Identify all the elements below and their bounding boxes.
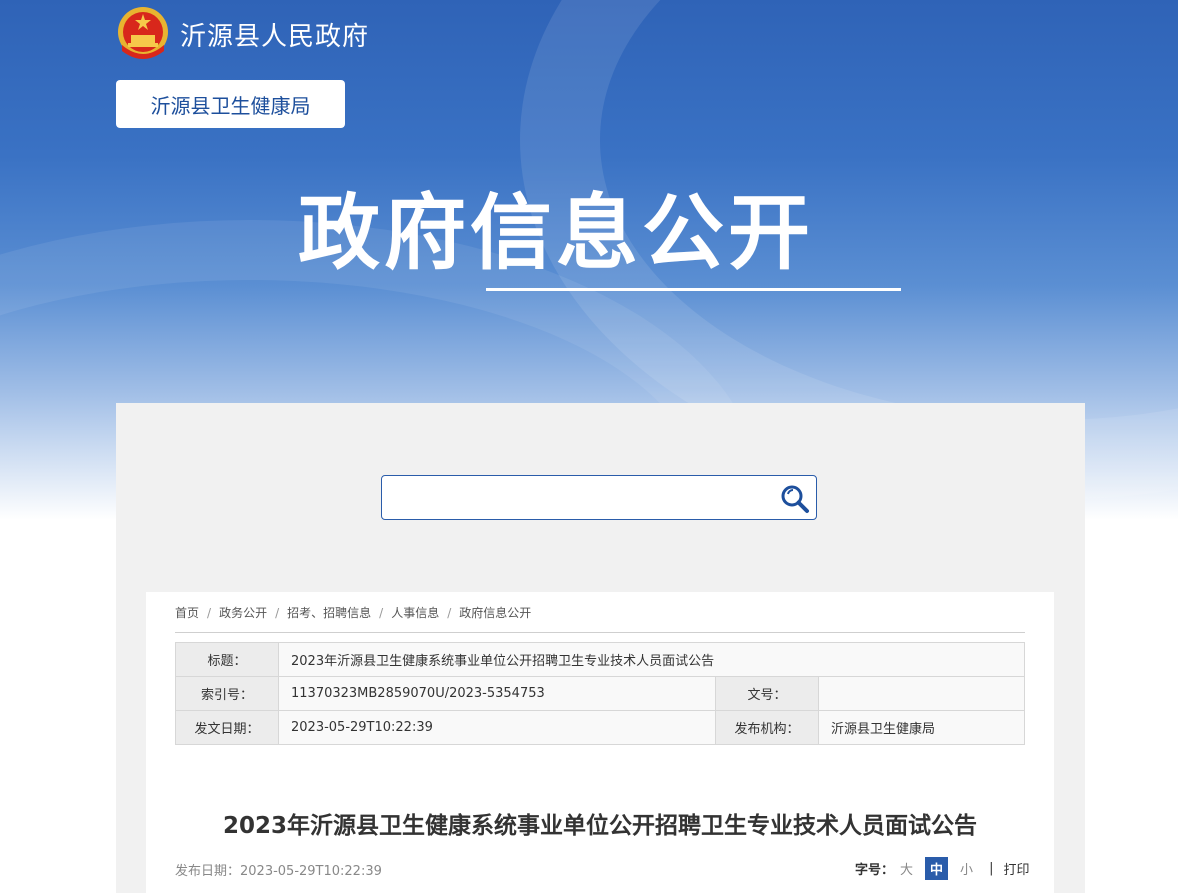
- search-icon[interactable]: [780, 484, 810, 514]
- date-label: 发文日期：: [175, 710, 279, 745]
- docno-value: [818, 676, 1025, 711]
- breadcrumb-government-affairs[interactable]: 政务公开: [219, 606, 267, 620]
- docno-label: 文号：: [715, 676, 819, 711]
- separator: |: [989, 861, 994, 876]
- index-label: 索引号：: [175, 676, 279, 711]
- font-size-medium-button[interactable]: 中: [925, 857, 949, 880]
- search-input[interactable]: [388, 482, 772, 514]
- font-size-large-button[interactable]: 大: [900, 859, 913, 878]
- table-row: 发文日期： 2023-05-29T10:22:39 发布机构： 沂源县卫生健康局: [175, 710, 1025, 745]
- index-value: 11370323MB2859070U/2023-5354753: [278, 676, 716, 711]
- section-title: 政府信息公开: [298, 186, 815, 281]
- department-link[interactable]: 沂源县卫生健康局: [116, 80, 345, 128]
- search-box: [381, 475, 817, 520]
- breadcrumb-home[interactable]: 首页: [175, 606, 199, 620]
- breadcrumb-info-disclosure[interactable]: 政府信息公开: [459, 606, 531, 620]
- title-value: 2023年沂源县卫生健康系统事业单位公开招聘卫生专业技术人员面试公告: [278, 642, 1025, 677]
- table-row: 标题： 2023年沂源县卫生健康系统事业单位公开招聘卫生专业技术人员面试公告: [175, 642, 1025, 677]
- font-size-label: 字号：: [855, 863, 895, 878]
- breadcrumb-recruitment[interactable]: 招考、招聘信息: [287, 606, 371, 620]
- breadcrumb-separator: /: [207, 606, 212, 620]
- site-title[interactable]: 沂源县人民政府: [180, 16, 369, 53]
- title-underline: [486, 288, 901, 291]
- breadcrumb: 首页 / 政务公开 / 招考、招聘信息 / 人事信息 / 政府信息公开: [175, 604, 531, 621]
- date-value: 2023-05-29T10:22:39: [278, 710, 716, 745]
- breadcrumb-divider: [175, 632, 1025, 633]
- breadcrumb-separator: /: [447, 606, 452, 620]
- breadcrumb-personnel[interactable]: 人事信息: [391, 606, 439, 620]
- font-size-controls: 字号： 大 中 小 | 打印: [855, 857, 1029, 880]
- font-size-small-button[interactable]: 小: [960, 859, 973, 878]
- org-value: 沂源县卫生健康局: [818, 710, 1025, 745]
- publish-date: 发布日期：2023-05-29T10:22:39: [175, 864, 382, 879]
- print-button[interactable]: 打印: [1003, 859, 1029, 878]
- title-label: 标题：: [175, 642, 279, 677]
- article-title: 2023年沂源县卫生健康系统事业单位公开招聘卫生专业技术人员面试公告: [222, 813, 977, 839]
- national-emblem-icon[interactable]: [116, 5, 170, 61]
- metadata-table: 标题： 2023年沂源县卫生健康系统事业单位公开招聘卫生专业技术人员面试公告 索…: [175, 642, 1025, 745]
- breadcrumb-separator: /: [275, 606, 280, 620]
- org-label: 发布机构：: [715, 710, 819, 745]
- breadcrumb-separator: /: [379, 606, 384, 620]
- table-row: 索引号： 11370323MB2859070U/2023-5354753 文号：: [175, 676, 1025, 711]
